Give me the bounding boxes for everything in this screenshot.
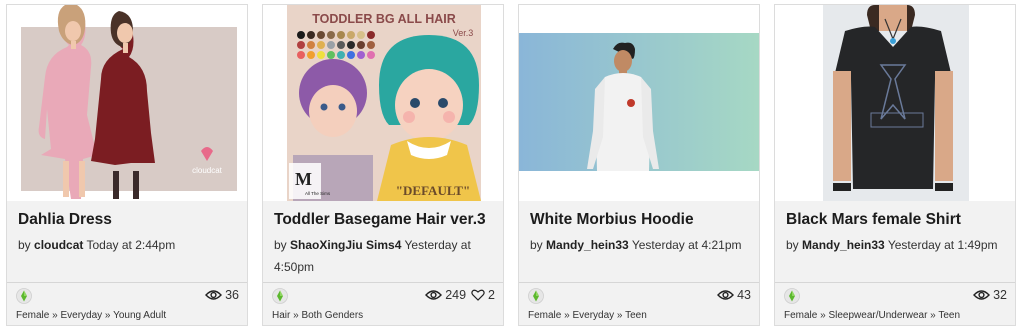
thumbnail-black-shirt[interactable] [775, 5, 1015, 201]
view-count: 32 [993, 288, 1007, 302]
item-title[interactable]: Dahlia Dress [18, 211, 112, 229]
posted-time: Today at 2:44pm [86, 238, 176, 252]
heart-icon[interactable] [471, 289, 485, 301]
card-divider [519, 282, 759, 283]
item-card-toddler-hair[interactable]: TODDLER BG ALL HAIR Ver.3 "DEFAULT" M Al… [262, 4, 504, 326]
item-title[interactable]: Black Mars female Shirt [786, 211, 961, 229]
by-label: by [274, 238, 287, 252]
thumbnail-white-hoodie[interactable] [519, 5, 759, 201]
author-link[interactable]: Mandy_hein33 [802, 238, 885, 252]
author-link[interactable]: Mandy_hein33 [546, 238, 629, 252]
default-label: "DEFAULT" [396, 183, 470, 198]
like-count: 2 [488, 288, 495, 302]
item-stats: 249 2 [425, 288, 495, 302]
eye-icon [425, 290, 443, 300]
item-stats: 36 [205, 288, 239, 302]
plumbob-icon [272, 288, 288, 304]
view-count: 36 [225, 288, 239, 302]
card-divider [263, 282, 503, 283]
view-count: 43 [737, 288, 751, 302]
posted-time: Yesterday at 1:49pm [887, 238, 998, 252]
card-divider [7, 282, 247, 283]
view-count: 249 [445, 288, 467, 302]
banner-text: TODDLER BG ALL HAIR [312, 12, 456, 26]
plumbob-icon [528, 288, 544, 304]
card-divider [775, 282, 1015, 283]
item-stats: 43 [717, 288, 751, 302]
category-breadcrumb[interactable]: Female » Everyday » Teen [528, 310, 647, 321]
item-card-white-hoodie[interactable]: White Morbius Hoodie by Mandy_hein33 Yes… [518, 4, 760, 326]
item-card-black-shirt[interactable]: Black Mars female Shirt by Mandy_hein33 … [774, 4, 1016, 326]
item-byline: by cloudcat Today at 2:44pm [18, 234, 243, 256]
by-label: by [786, 238, 799, 252]
logo-caption: All The Sims [305, 191, 331, 196]
plumbob-icon [16, 288, 32, 304]
version-text: Ver.3 [453, 28, 474, 38]
eye-icon [205, 290, 223, 300]
item-byline: by ShaoXingJiu Sims4 Yesterday at 4:50pm [274, 234, 499, 278]
author-link[interactable]: ShaoXingJiu Sims4 [290, 238, 401, 252]
item-title[interactable]: Toddler Basegame Hair ver.3 [274, 211, 486, 229]
category-breadcrumb[interactable]: Female » Everyday » Young Adult [16, 310, 166, 321]
eye-icon [973, 290, 991, 300]
watermark-text: cloudcat [192, 166, 223, 175]
item-byline: by Mandy_hein33 Yesterday at 4:21pm [530, 234, 755, 256]
by-label: by [18, 238, 31, 252]
thumbnail-dahlia-dress[interactable]: cloudcat [7, 5, 247, 201]
item-card-dahlia-dress[interactable]: cloudcat Dahlia Dress by cloudcat Today … [6, 4, 248, 326]
logo-letter: M [295, 169, 312, 189]
author-link[interactable]: cloudcat [34, 238, 83, 252]
category-breadcrumb[interactable]: Hair » Both Genders [272, 310, 363, 321]
eye-icon [717, 290, 735, 300]
item-stats: 32 [973, 288, 1007, 302]
category-breadcrumb[interactable]: Female » Sleepwear/Underwear » Teen [784, 310, 960, 321]
item-byline: by Mandy_hein33 Yesterday at 1:49pm [786, 234, 1011, 256]
posted-time: Yesterday at 4:21pm [631, 238, 742, 252]
plumbob-icon [784, 288, 800, 304]
thumbnail-toddler-hair[interactable]: TODDLER BG ALL HAIR Ver.3 "DEFAULT" M Al… [263, 5, 503, 201]
item-title[interactable]: White Morbius Hoodie [530, 211, 694, 229]
by-label: by [530, 238, 543, 252]
